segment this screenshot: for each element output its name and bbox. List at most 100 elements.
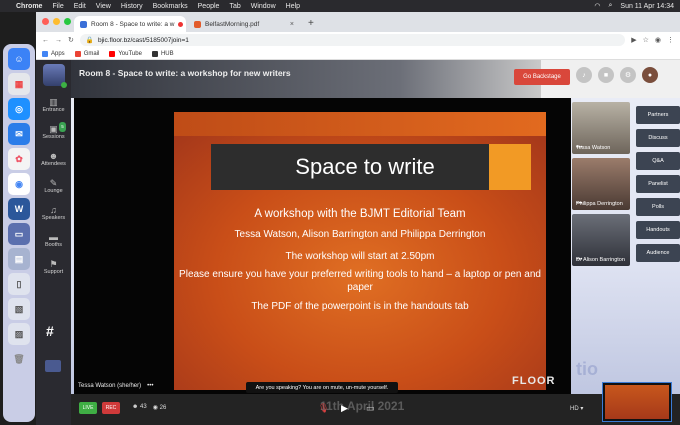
screenshot-icon[interactable]: ▧: [8, 298, 30, 320]
forward-icon[interactable]: →: [55, 37, 62, 44]
document-icon[interactable]: ▯: [8, 273, 30, 295]
live-button[interactable]: LIVE: [79, 402, 97, 414]
presenter-name: Tessa Watson (she/her): [78, 383, 142, 389]
bookmark-hub[interactable]: HUB: [151, 50, 174, 57]
go-backstage-button[interactable]: Go Backstage: [514, 69, 570, 85]
star-icon[interactable]: ☆: [643, 36, 649, 44]
minimize-window-button[interactable]: [53, 18, 60, 25]
avatar[interactable]: ●: [642, 67, 658, 83]
booth-icon: ▬: [49, 232, 58, 242]
menu-edit[interactable]: Edit: [74, 3, 86, 10]
nav-speakers[interactable]: ♫ Speakers: [42, 201, 65, 225]
close-window-button[interactable]: [42, 18, 49, 25]
settings-icon[interactable]: ⚙: [620, 67, 636, 83]
rec-button[interactable]: REC: [102, 402, 120, 414]
bell-icon[interactable]: ♪: [576, 67, 592, 83]
floor-logo-icon[interactable]: [45, 360, 61, 372]
image-icon[interactable]: ▨: [8, 323, 30, 345]
menu-people[interactable]: People: [198, 3, 220, 10]
video-tile[interactable]: Dr Alison Barrington •••: [572, 214, 630, 266]
new-tab-button[interactable]: +: [302, 16, 320, 32]
header-bg: [71, 60, 541, 98]
tab-polls[interactable]: Polls: [636, 198, 680, 216]
more-icon[interactable]: ⋮: [667, 36, 674, 44]
tab-qa[interactable]: Q&A: [636, 152, 680, 170]
clock[interactable]: Sun 11 Apr 14:34: [620, 3, 674, 10]
slide-title: Space to write: [211, 144, 519, 190]
tab-pdf[interactable]: BelfastMorning.pdf ×: [188, 16, 300, 32]
zoom-window-button[interactable]: [64, 18, 71, 25]
slide-line-2: Tessa Watson, Alison Barrington and Phil…: [234, 229, 486, 240]
nav-booths[interactable]: ▬ Booths: [45, 228, 62, 252]
menubar-status: ◠ ⌕ Sun 11 Apr 14:34: [594, 2, 674, 10]
camera-icon[interactable]: ▶: [631, 36, 636, 44]
preview-icon[interactable]: ▤: [8, 248, 30, 270]
wifi-icon[interactable]: ◠: [594, 2, 600, 10]
search-icon[interactable]: ⌕: [608, 2, 612, 10]
word-icon[interactable]: W: [8, 198, 30, 220]
video-menu-button[interactable]: •••: [576, 201, 627, 207]
nav-entrance[interactable]: ▥ Entrance: [42, 93, 64, 117]
bookmark-gmail[interactable]: Gmail: [74, 50, 99, 57]
side-tabs: Partners Discuss Q&A Panelist Polls Hand…: [636, 106, 680, 262]
lock-icon[interactable]: ■: [598, 67, 614, 83]
slide-body: A workshop with the BJMT Editorial Team …: [179, 208, 541, 313]
event-logo[interactable]: [42, 64, 67, 88]
video-tile[interactable]: Philippa Derrington •••: [572, 158, 630, 210]
menu-window[interactable]: Window: [251, 3, 276, 10]
presenter-label: Tessa Watson (she/her) •••: [78, 383, 153, 389]
tab-partners[interactable]: Partners: [636, 106, 680, 124]
bookmarks-bar: Apps Gmail YouTube HUB: [36, 48, 680, 60]
tab-audience[interactable]: Audience: [636, 244, 680, 262]
trash-icon[interactable]: 🗑: [8, 348, 30, 370]
video-menu-button[interactable]: •••: [576, 145, 627, 151]
nav-support[interactable]: ⚑ Support: [44, 255, 63, 279]
youtube-icon: [109, 50, 116, 57]
self-preview[interactable]: [602, 382, 672, 422]
slide-line-1: A workshop with the BJMT Editorial Team: [254, 208, 466, 220]
video-tile[interactable]: Tessa Watson •••: [572, 102, 630, 154]
menu-help[interactable]: Help: [286, 3, 300, 10]
menu-tab[interactable]: Tab: [229, 3, 240, 10]
mic-muted-icon[interactable]: 🎙: [318, 403, 329, 414]
safari-icon[interactable]: ◎: [8, 98, 30, 120]
video-menu-button[interactable]: •••: [576, 257, 627, 263]
nav-sessions[interactable]: ▣ 5 Sessions: [42, 120, 66, 144]
chrome-icon[interactable]: ◉: [8, 173, 30, 195]
photos-icon[interactable]: ✿: [8, 148, 30, 170]
menu-file[interactable]: File: [52, 3, 63, 10]
finder-icon[interactable]: ☺: [8, 48, 30, 70]
nav-attendees[interactable]: ☻ Attendees: [41, 147, 66, 171]
camera-icon[interactable]: ▶: [341, 403, 348, 414]
tab-discuss[interactable]: Discuss: [636, 129, 680, 147]
pdf-favicon-icon: [194, 20, 201, 28]
bookmark-apps[interactable]: Apps: [42, 50, 65, 57]
reload-icon[interactable]: ↻: [68, 36, 74, 44]
menu-chrome[interactable]: Chrome: [16, 3, 42, 10]
back-icon[interactable]: ←: [42, 37, 49, 44]
hashtag-button[interactable]: #: [46, 323, 54, 339]
quality-selector[interactable]: HD ▾: [570, 405, 583, 412]
tab-handouts[interactable]: Handouts: [636, 221, 680, 239]
floor-app-icon[interactable]: ▭: [8, 223, 30, 245]
menu-view[interactable]: View: [96, 3, 111, 10]
microphone-icon: ♫: [50, 205, 57, 215]
menu-bookmarks[interactable]: Bookmarks: [153, 3, 188, 10]
address-bar[interactable]: 🔒 bjic.floor.bz/cast/5185007join=1: [79, 34, 626, 46]
tab-room8[interactable]: Room 8 - Space to write: a w ×: [74, 16, 186, 32]
sessions-badge: 5: [59, 122, 66, 132]
presenter-menu-button[interactable]: •••: [147, 383, 153, 389]
launchpad-icon[interactable]: ▦: [8, 73, 30, 95]
mail-icon[interactable]: ✉: [8, 123, 30, 145]
tab-panelist[interactable]: Panelist: [636, 175, 680, 193]
close-icon[interactable]: ×: [290, 21, 294, 28]
slide-line-3: The workshop will start at 2.50pm: [285, 251, 435, 262]
bookmark-youtube[interactable]: YouTube: [109, 50, 142, 57]
profile-icon[interactable]: ◉: [655, 36, 661, 44]
room-header: Room 8 - Space to write: a workshop for …: [71, 60, 680, 98]
date-overlay: 11th April 2021: [320, 399, 405, 413]
nav-lounge[interactable]: ✎ Lounge: [44, 174, 62, 198]
speaker-videos: Tessa Watson ••• Philippa Derrington •••…: [572, 102, 630, 266]
screen-share-icon[interactable]: ▭: [366, 403, 375, 414]
menu-history[interactable]: History: [121, 3, 143, 10]
